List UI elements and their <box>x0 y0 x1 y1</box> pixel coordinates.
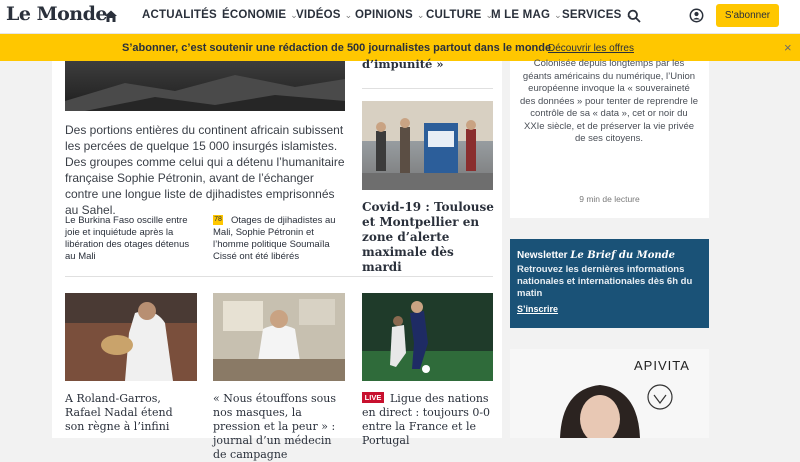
article-title-fragment[interactable]: d’impunité » <box>362 57 444 71</box>
lead-article-image[interactable] <box>65 61 345 111</box>
site-logo[interactable]: Le Monde <box>6 3 107 25</box>
lead-article-summary[interactable]: Des portions entières du continent afric… <box>65 122 347 218</box>
newsletter-description: Retrouvez les dernières informations nat… <box>517 264 693 299</box>
subscribe-button[interactable]: S'abonner <box>716 4 779 27</box>
chevron-down-icon: ⌄ <box>416 10 425 20</box>
chevron-down-icon: ⌄ <box>344 10 353 20</box>
covid-article-title[interactable]: Covid-19 : Toulouse et Montpellier en zo… <box>362 200 494 275</box>
nav-opinions[interactable]: OPINIONS ⌄ <box>355 9 425 21</box>
newsletter-title: Newsletter Le Brief du Monde <box>517 250 676 261</box>
nadal-article-image[interactable] <box>65 293 197 381</box>
chevron-down-icon: ⌄ <box>554 10 562 20</box>
user-account-icon[interactable] <box>689 8 704 23</box>
nav-culture[interactable]: CULTURE ⌄ <box>426 9 493 21</box>
nav-services[interactable]: SERVICES ⌄ <box>562 9 633 21</box>
section-divider <box>65 276 493 277</box>
related-link-otages[interactable]: Otages de djihadistes au Mali, Sophie Pé… <box>213 215 345 263</box>
newsletter-signup-link[interactable]: S’inscrire <box>517 304 558 314</box>
top-navigation: Le Monde ACTUALITÉS ⌄ ÉCONOMIE ⌄ VIDÉOS ⌄ O… <box>0 0 800 34</box>
medecin-article-image[interactable] <box>213 293 345 381</box>
divider <box>362 88 493 89</box>
football-article-title[interactable]: Ligue des nations en direct : toujours 0… <box>362 392 494 448</box>
medecin-article-title[interactable]: « Nous étouffons sous nos masques, la pr… <box>213 392 345 462</box>
football-article-image[interactable] <box>362 293 493 381</box>
reading-time: 9 min de lecture <box>579 194 640 204</box>
home-icon[interactable] <box>104 9 118 23</box>
nav-economie[interactable]: ÉCONOMIE ⌄ <box>222 9 298 21</box>
covid-article-image[interactable] <box>362 101 493 190</box>
discover-offers-link[interactable]: Découvrir les offres <box>548 43 634 54</box>
nav-m-le-mag[interactable]: M LE MAG ⌄ <box>491 9 562 21</box>
search-icon[interactable] <box>627 9 641 23</box>
related-link-burkina[interactable]: Le Burkina Faso oscille entre joie et in… <box>65 215 200 263</box>
close-icon[interactable]: × <box>784 40 792 55</box>
banner-text: S’abonner, c’est soutenir une rédaction … <box>122 42 552 54</box>
nadal-article-title[interactable]: A Roland-Garros, Rafael Nadal étend son … <box>65 392 195 434</box>
nav-videos[interactable]: VIDÉOS ⌄ <box>296 9 352 21</box>
nav-actualites[interactable]: ACTUALITÉS ⌄ <box>142 9 229 21</box>
sidebar-article-summary[interactable]: Colonisée depuis longtemps par les géant… <box>520 58 698 146</box>
ad-brand: APIVITA <box>634 358 690 373</box>
